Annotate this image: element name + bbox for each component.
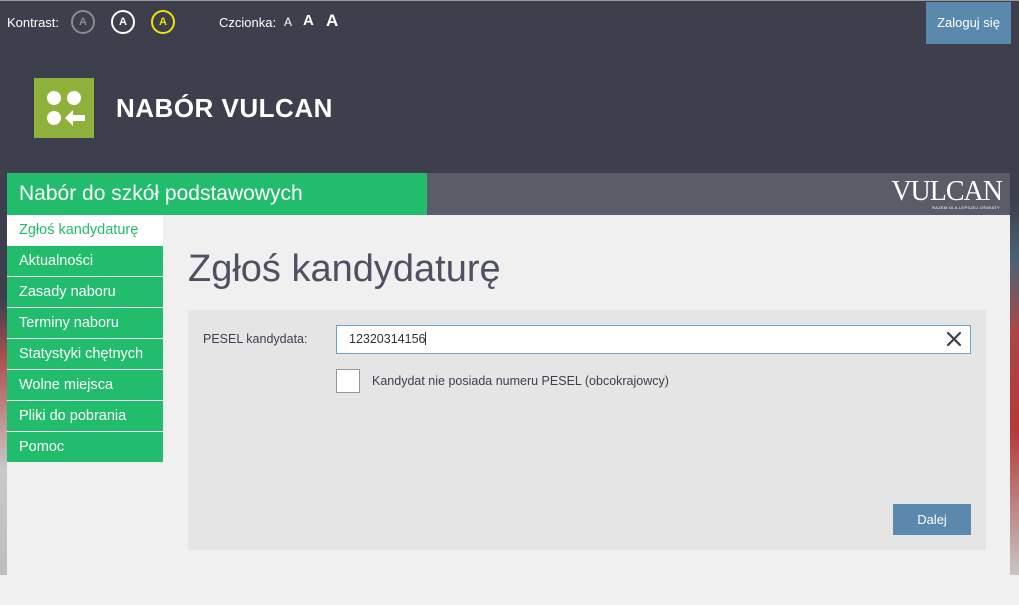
- no-pesel-label[interactable]: Kandydat nie posiada numeru PESEL (obcok…: [372, 374, 669, 388]
- contrast-yellow-button[interactable]: A: [151, 10, 175, 34]
- pesel-input[interactable]: 12320314156: [336, 325, 971, 354]
- sidebar-item-statystyki-chetnych[interactable]: Statystyki chętnych: [7, 339, 163, 369]
- sidebar-item-terminy-naboru[interactable]: Terminy naboru: [7, 308, 163, 338]
- page-background-right: [1010, 0, 1019, 575]
- contrast-default-button[interactable]: A: [71, 10, 95, 34]
- login-button[interactable]: Zaloguj się: [926, 2, 1011, 44]
- sidebar-item-zglos-kandydature[interactable]: Zgłoś kandydaturę: [7, 215, 163, 245]
- font-size-label: Czcionka:: [219, 15, 277, 30]
- brand-bar: VULCAN RAZEM DLA LEPSZEJ OŚWIATY: [427, 173, 1010, 215]
- candidate-form: PESEL kandydata: 12320314156 Kandydat ni…: [188, 310, 986, 550]
- sidebar-item-aktualnosci[interactable]: Aktualności: [7, 246, 163, 276]
- sidebar-nav: Zgłoś kandydaturę Aktualności Zasady nab…: [7, 215, 163, 463]
- section-bar: Nabór do szkół podstawowych: [7, 173, 427, 215]
- clear-icon[interactable]: [946, 331, 962, 347]
- next-button[interactable]: Dalej: [893, 504, 971, 535]
- sidebar-item-pliki-do-pobrania[interactable]: Pliki do pobrania: [7, 401, 163, 431]
- section-title: Nabór do szkół podstawowych: [19, 182, 303, 205]
- sidebar-item-zasady-naboru[interactable]: Zasady naboru: [7, 277, 163, 307]
- page-background-left: [0, 0, 7, 575]
- sidebar-item-pomoc[interactable]: Pomoc: [7, 432, 163, 462]
- pesel-value: 12320314156: [349, 332, 426, 346]
- accessibility-bar: Kontrast: A A A Czcionka: A A A Zaloguj …: [0, 0, 1019, 44]
- font-large-button[interactable]: A: [326, 11, 338, 31]
- vulcan-logo[interactable]: VULCAN: [891, 178, 1003, 206]
- logo-dot: [47, 91, 61, 105]
- page-title: Zgłoś kandydaturę: [188, 248, 501, 290]
- logo-arrow-icon: [65, 110, 85, 126]
- logo-dot: [67, 91, 81, 105]
- app-title: NABÓR VULCAN: [116, 93, 333, 123]
- pesel-label: PESEL kandydata:: [203, 332, 308, 346]
- sidebar-item-wolne-miejsca[interactable]: Wolne miejsca: [7, 370, 163, 400]
- contrast-white-button[interactable]: A: [111, 10, 135, 34]
- vulcan-tagline: RAZEM DLA LEPSZEJ OŚWIATY: [932, 205, 1000, 210]
- no-pesel-checkbox[interactable]: [336, 369, 360, 393]
- logo-dot: [47, 111, 61, 125]
- font-small-button[interactable]: A: [284, 15, 292, 29]
- logo-icon[interactable]: [34, 78, 94, 138]
- text-caret: [425, 332, 427, 345]
- font-medium-button[interactable]: A: [303, 12, 314, 29]
- contrast-label: Kontrast:: [7, 15, 60, 30]
